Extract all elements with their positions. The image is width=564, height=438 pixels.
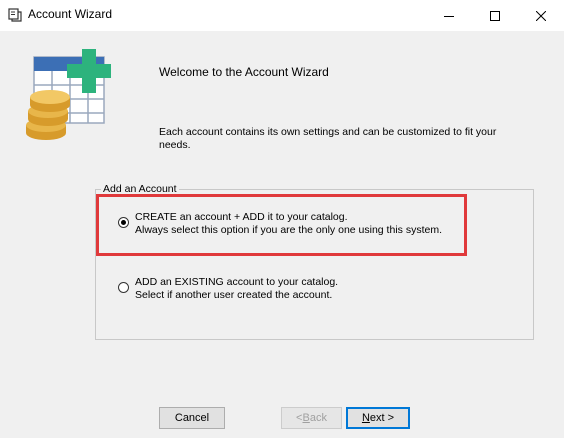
create-account-label: CREATE an account + ADD it to your catal… xyxy=(135,211,348,223)
add-existing-label: ADD an EXISTING account to your catalog. xyxy=(135,276,339,288)
title-bar[interactable]: Account Wizard xyxy=(0,0,564,31)
back-rest: ack xyxy=(309,412,327,424)
add-existing-option[interactable]: ADD an EXISTING account to your catalog.… xyxy=(118,276,338,302)
wizard-description: Each account contains its own settings a… xyxy=(159,126,497,151)
wizard-body: Welcome to the Account Wizard Each accou… xyxy=(0,31,564,438)
welcome-heading: Welcome to the Account Wizard xyxy=(159,65,329,79)
create-account-radio[interactable] xyxy=(118,217,129,228)
account-wizard-window: Account Wizard Welcome to the Account Wi… xyxy=(0,0,564,438)
maximize-button[interactable] xyxy=(472,0,518,31)
close-button[interactable] xyxy=(518,0,564,31)
cancel-button[interactable]: Cancel xyxy=(159,407,225,429)
spreadsheet-coins-plus-icon xyxy=(26,49,111,140)
back-accel: B xyxy=(302,412,310,424)
add-existing-radio[interactable] xyxy=(118,282,129,293)
close-icon xyxy=(536,10,546,21)
next-button[interactable]: Next > xyxy=(346,407,410,429)
create-account-hint: Always select this option if you are the… xyxy=(135,224,442,236)
maximize-icon xyxy=(490,10,500,21)
next-accel: N xyxy=(361,412,370,424)
group-legend: Add an Account xyxy=(101,183,179,195)
create-account-option[interactable]: CREATE an account + ADD it to your catal… xyxy=(118,211,442,237)
back-button[interactable]: < Back xyxy=(281,407,342,429)
add-existing-hint: Select if another user created the accou… xyxy=(135,289,333,301)
minimize-button[interactable] xyxy=(426,0,472,31)
window-title: Account Wizard xyxy=(28,7,113,21)
next-rest: ext > xyxy=(369,412,395,424)
minimize-icon xyxy=(444,15,454,17)
wizard-app-icon xyxy=(8,8,22,22)
